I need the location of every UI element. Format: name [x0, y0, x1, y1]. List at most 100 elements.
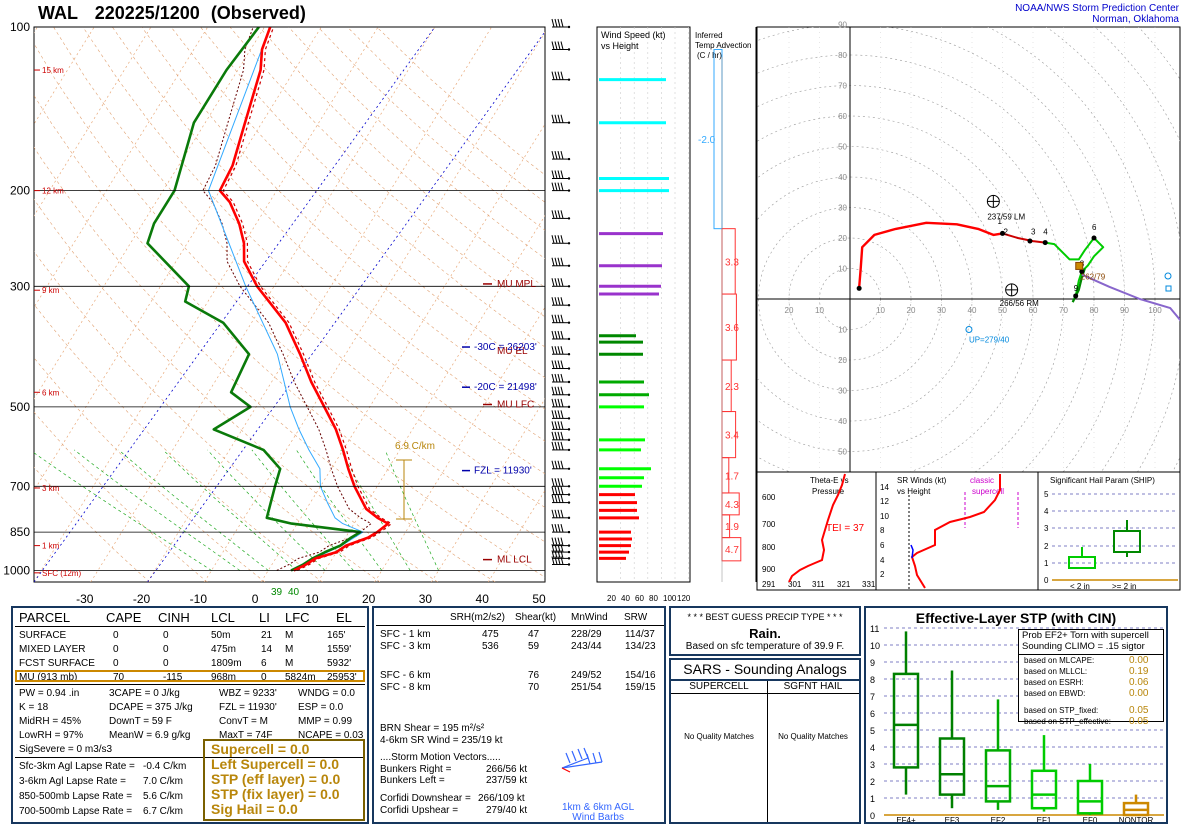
wind-barb-flag [554, 346, 558, 355]
lapse-rate-value: 7.0 C/km [143, 776, 184, 787]
wind-barb-flag [554, 210, 558, 219]
wind-barb-flag [551, 373, 555, 383]
wind-barb-flag [551, 314, 555, 323]
wind-barb-flag [557, 150, 561, 160]
wind-barb-flag [554, 314, 558, 323]
wind-barb-flag [551, 360, 555, 369]
wind-barb-flag [560, 297, 564, 306]
sars-panel: SARS - Sounding Analogs SUPERCELL SGFNT … [669, 658, 861, 824]
wind-barb [551, 297, 571, 307]
tadv-value: 3.4 [725, 431, 739, 442]
idx-downt: DownT = 59 F [109, 716, 172, 727]
wind-barb-flag [557, 494, 561, 503]
wind-barb-flag [554, 494, 558, 503]
wind-barb-dot [567, 544, 571, 547]
wind-barb-flag [560, 431, 564, 440]
wind-barb [551, 398, 571, 409]
hodo-x-tick: 90 [1120, 306, 1129, 315]
idx-sigsevere: SigSevere = 0 m3/s3 [19, 744, 113, 755]
wind-barb-flag [557, 71, 561, 80]
srw-classic: classic [970, 476, 994, 485]
wind-barb-flag [554, 278, 558, 287]
stp-based-value: 0.19 [1129, 666, 1149, 677]
sars-col-hail: SGFNT HAIL [783, 681, 843, 692]
wind-barb-dot [567, 285, 571, 288]
wind-barb-flag [560, 460, 564, 469]
parcel-cell: 0 [113, 644, 119, 655]
stp-prob-line-2: Sounding CLIMO = .15 sigtor [1022, 641, 1145, 652]
tadv-value: 3.6 [725, 323, 739, 334]
wind-barb-flag [551, 524, 555, 533]
tadv-title: Inferred [695, 31, 723, 40]
hodo-x-tick: 30 [937, 306, 946, 315]
wind-barb-dot [567, 563, 571, 566]
hodo-y-tick: 70 [838, 82, 847, 91]
hodo-y-tick: 60 [838, 112, 847, 121]
theta-y-tick: 900 [762, 565, 776, 574]
wind-barb-flag [557, 441, 561, 451]
hodograph-point [1073, 293, 1079, 299]
tei-label: TEI = 37 [826, 523, 865, 534]
wind-barb [551, 460, 571, 471]
wind-barb-flag [551, 257, 555, 266]
hdr-lcl: LCL [211, 610, 235, 625]
wind-barb-flag [554, 71, 558, 80]
parcel-cell: 1559' [327, 644, 352, 655]
wind-barb-flag [554, 441, 558, 451]
temp-tick: -30 [76, 592, 94, 605]
tadv-value: 2.3 [725, 382, 739, 393]
wind-barb-flag [551, 114, 555, 123]
wind-barb-flag [560, 71, 564, 80]
wind-barb-dot [567, 367, 571, 370]
stp-prob-box: Prob EF2+ Torn with supercell Sounding C… [1018, 629, 1164, 655]
wind-barb-flag [560, 478, 564, 487]
divider [15, 684, 365, 685]
wind-barb-flag [557, 373, 561, 383]
height-tick: 1 km [42, 542, 60, 551]
wind-panel-title: Wind Speed (kt) [601, 30, 666, 40]
parcel-cell: 0 [163, 630, 169, 641]
wind-barb-flag [554, 330, 558, 340]
kinematics-cell: SFC - 3 km [380, 641, 431, 652]
idx-fzl: FZL = 11930' [219, 702, 277, 713]
ship-x-label: < 2 in [1070, 582, 1090, 591]
wind-barb [551, 170, 571, 180]
wind-barb-flag [560, 494, 564, 503]
wind-barb-flag [557, 398, 561, 408]
wind-barb-flag [551, 398, 555, 408]
wind-barb-flag [554, 114, 558, 123]
barb-caption-line-2: Wind Barbs [572, 812, 624, 823]
wind-barb-dot [567, 48, 571, 51]
kinematics-cell: 159/15 [625, 682, 656, 693]
wind-barb [551, 478, 571, 488]
parcel-cell: 165' [327, 630, 346, 641]
wind-barb-flag [551, 431, 555, 440]
wind-barb-flag [557, 421, 561, 430]
ship-x-label: >= 2 in [1112, 582, 1136, 591]
lapse-rate-label: 6.9 C/km [395, 441, 435, 452]
pressure-tick: 700 [10, 479, 30, 493]
lapse-rate-value: 6.7 C/km [143, 806, 184, 817]
wind-barb-flag [551, 346, 555, 355]
stp-based-value: 0.05 [1129, 716, 1149, 727]
wind-barb-flag [557, 509, 561, 518]
wind-barb-dot [567, 177, 571, 180]
parcel-cell: M [285, 658, 294, 669]
bunkers-left-value: 237/59 kt [486, 775, 528, 786]
height-tick: SFC (12m) [42, 569, 81, 578]
wind-barb-flag [557, 410, 561, 419]
parcel-cell: M [285, 630, 294, 641]
wind-barb-dot [567, 264, 571, 267]
wind-barb-flag [551, 182, 555, 191]
hodo-x-tick: 100 [1148, 306, 1162, 315]
wind-barb [551, 314, 571, 324]
wind-barb-flag [551, 386, 555, 395]
tadv-value: 3.3 [725, 257, 739, 268]
kinematics-panel: SRH(m2/s2) Shear(kt) MnWind SRW SFC - 1 … [372, 606, 666, 824]
kinematics-cell: 251/54 [571, 682, 602, 693]
hodo-x-tick: 80 [1090, 306, 1099, 315]
idx-mmp: MMP = 0.99 [298, 716, 353, 727]
wind-barb [551, 373, 571, 384]
wind-barb-flag [554, 421, 558, 430]
wind-barb-flag [560, 486, 564, 495]
